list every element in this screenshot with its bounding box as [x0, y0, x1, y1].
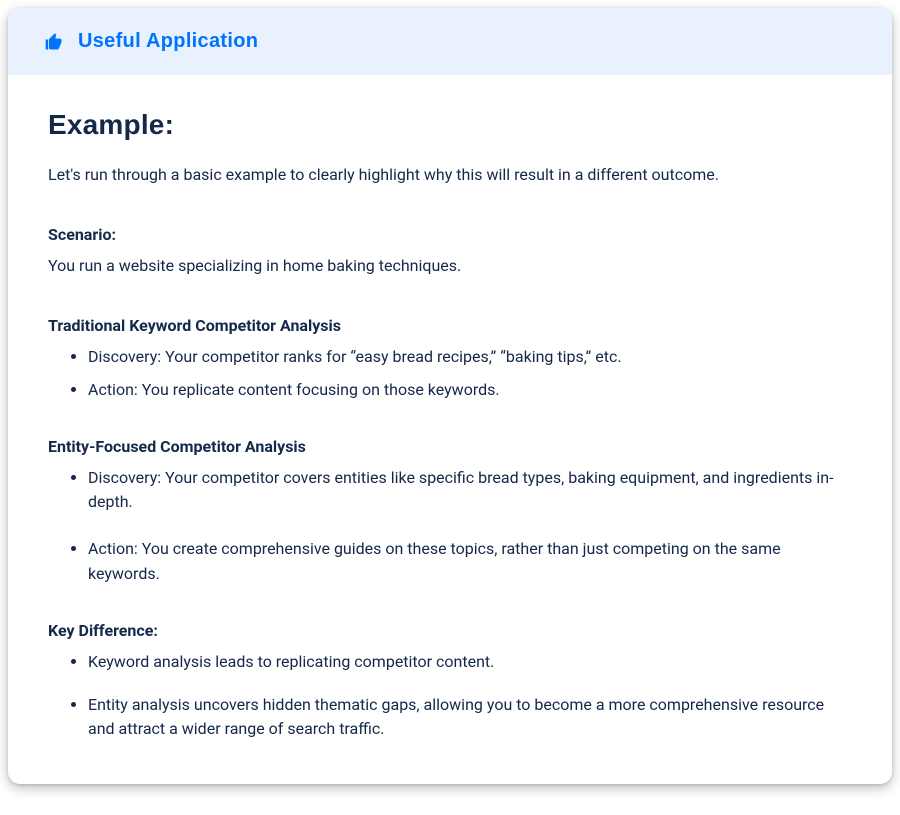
list-item: Keyword analysis leads to replicating co…: [88, 650, 852, 675]
entity-label: Entity-Focused Competitor Analysis: [48, 437, 852, 456]
traditional-analysis-block: Traditional Keyword Competitor Analysis …: [48, 316, 852, 403]
card-header: Useful Application: [8, 8, 892, 75]
key-difference-block: Key Difference: Keyword analysis leads t…: [48, 621, 852, 742]
key-difference-label: Key Difference:: [48, 621, 852, 640]
list-item: Action: You create comprehensive guides …: [88, 537, 852, 587]
list-item: Action: You replicate content focusing o…: [88, 378, 852, 403]
list-item: Discovery: Your competitor covers entiti…: [88, 466, 852, 516]
traditional-label: Traditional Keyword Competitor Analysis: [48, 316, 852, 335]
traditional-list: Discovery: Your competitor ranks for “ea…: [48, 345, 852, 403]
intro-text: Let's run through a basic example to cle…: [48, 163, 852, 187]
info-card: Useful Application Example: Let's run th…: [8, 8, 892, 784]
scenario-label: Scenario:: [48, 225, 852, 244]
card-body: Example: Let's run through a basic examp…: [8, 75, 892, 784]
scenario-text: You run a website specializing in home b…: [48, 254, 852, 278]
key-difference-list: Keyword analysis leads to replicating co…: [48, 650, 852, 742]
card-title: Useful Application: [78, 30, 258, 53]
list-item: Discovery: Your competitor ranks for “ea…: [88, 345, 852, 370]
thumbs-up-icon: [44, 32, 64, 52]
entity-list: Discovery: Your competitor covers entiti…: [48, 466, 852, 587]
list-item: Entity analysis uncovers hidden thematic…: [88, 693, 852, 743]
example-heading: Example:: [48, 109, 852, 141]
entity-analysis-block: Entity-Focused Competitor Analysis Disco…: [48, 437, 852, 587]
